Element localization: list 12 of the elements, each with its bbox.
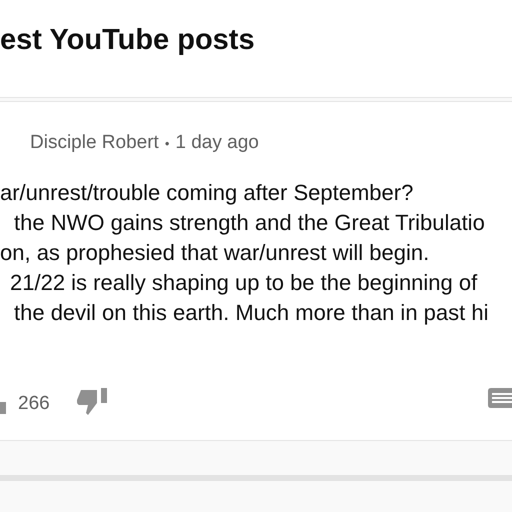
page-title: est YouTube posts (0, 22, 255, 58)
author-name[interactable]: Disciple Robert (30, 129, 159, 158)
comment-icon[interactable] (488, 388, 512, 410)
separator: • (164, 134, 170, 152)
post-text-line: 21/22 is really shaping up to be the beginning of (10, 270, 478, 294)
thumbs-down-icon[interactable] (76, 388, 108, 416)
post-text-line: ar/unrest/trouble coming after September? (0, 180, 414, 204)
post-text-line: the devil on this earth. Much more than in past hi (14, 300, 488, 324)
like-count: 266 (18, 392, 50, 416)
post-text-line: the NWO gains strength and the Great Tribulatio (14, 210, 485, 234)
post-text-line: on, as prophesied that war/unrest will begin. (0, 240, 430, 264)
post-time[interactable]: 1 day ago (175, 129, 259, 158)
